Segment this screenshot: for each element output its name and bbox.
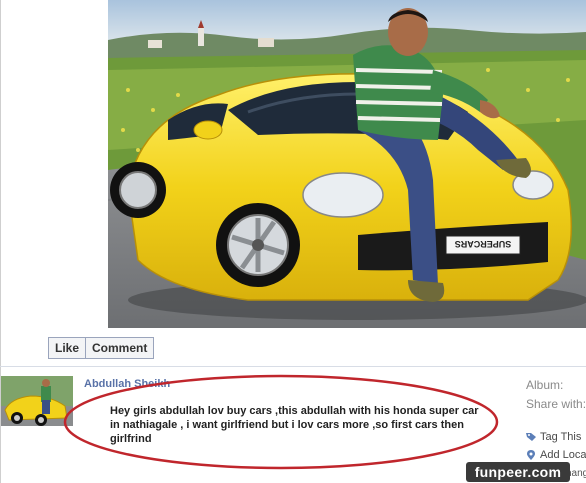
section-divider: [0, 366, 586, 367]
license-plate: SUPERCARS: [455, 239, 512, 249]
tag-this-label: Tag This: [540, 431, 582, 443]
profile-name-link[interactable]: Abdullah Sheikh: [84, 378, 170, 390]
main-photo-image: SUPERCARS: [108, 0, 586, 328]
profile-thumbnail[interactable]: [1, 376, 73, 426]
add-location-link[interactable]: Add Loca: [526, 449, 586, 461]
photo-caption: Hey girls abdullah lov buy cars ,this ab…: [110, 405, 479, 445]
tag-this-link[interactable]: Tag This: [526, 431, 581, 443]
profile-thumbnail-image: [1, 376, 73, 426]
photo-page: SUPERCARS Like Comment Abdullah Sheikh H…: [0, 0, 586, 483]
add-location-label: Add Loca: [540, 449, 586, 461]
action-bar: Like Comment: [48, 337, 155, 359]
funpeer-watermark: funpeer.com: [466, 462, 570, 482]
location-pin-icon: [527, 450, 535, 460]
tag-icon: [526, 433, 536, 441]
main-photo[interactable]: SUPERCARS: [108, 0, 586, 328]
share-with-label: Share with:: [526, 397, 586, 411]
album-label: Album:: [526, 378, 564, 392]
comment-button[interactable]: Comment: [85, 338, 153, 358]
like-button[interactable]: Like: [49, 338, 85, 358]
